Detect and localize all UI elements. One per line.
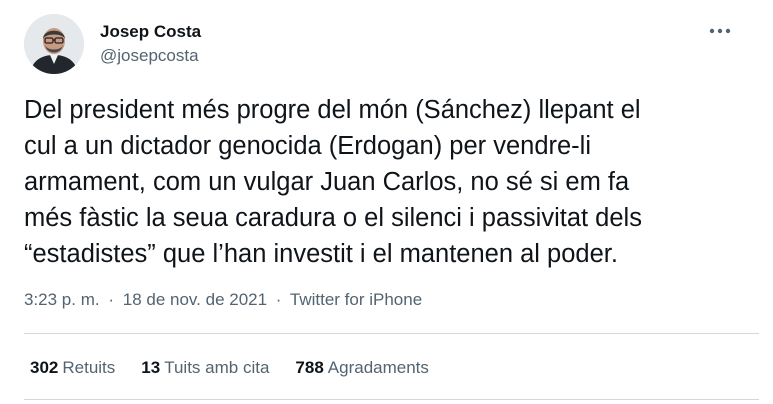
quotes-label: Tuits amb cita xyxy=(164,358,270,377)
tweet-date[interactable]: 18 de nov. de 2021 xyxy=(123,290,267,309)
tweet-time[interactable]: 3:23 p. m. xyxy=(24,290,100,309)
tweet-text: Del president més progre del món (Sánche… xyxy=(24,92,754,272)
tweet-text-line: més fàstic la seua caradura o el silenci… xyxy=(24,204,642,232)
more-horizontal-icon xyxy=(709,28,731,34)
likes-count: 788 xyxy=(295,358,324,377)
meta-separator: · xyxy=(275,290,282,309)
tweet-metadata: 3:23 p. m. · 18 de nov. de 2021 · Twitte… xyxy=(24,290,422,310)
quotes-count: 13 xyxy=(141,358,161,377)
tweet-text-line: armament, com un vulgar Juan Carlos, no … xyxy=(24,168,630,196)
avatar[interactable] xyxy=(24,14,84,74)
likes-label: Agradaments xyxy=(327,358,429,377)
author-name[interactable]: Josep Costa xyxy=(100,22,201,42)
divider xyxy=(24,333,759,334)
tweet-source[interactable]: Twitter for iPhone xyxy=(290,290,422,309)
engagement-stats: 302 Retuits 13 Tuits amb cita 788 Agradamen… xyxy=(30,358,429,378)
retweets-stat[interactable]: 302 Retuits xyxy=(30,358,115,378)
author-handle[interactable]: @josepcosta xyxy=(100,46,199,66)
tweet-text-line: cul a un dictador genocida (Erdogan) per… xyxy=(24,132,592,160)
tweet-text-line: “estadistes” que l’han investit i el man… xyxy=(24,240,618,268)
tweet-card: Josep Costa @josepcosta Del president mé… xyxy=(0,0,773,404)
quote-tweets-stat[interactable]: 13 Tuits amb cita xyxy=(141,358,269,378)
divider xyxy=(24,399,759,400)
tweet-text-line: Del president més progre del món (Sánche… xyxy=(24,96,641,124)
meta-separator: · xyxy=(108,290,115,309)
likes-stat[interactable]: 788 Agradaments xyxy=(295,358,429,378)
more-options-button[interactable] xyxy=(700,16,740,46)
retweets-label: Retuits xyxy=(62,358,116,377)
retweets-count: 302 xyxy=(30,358,59,377)
